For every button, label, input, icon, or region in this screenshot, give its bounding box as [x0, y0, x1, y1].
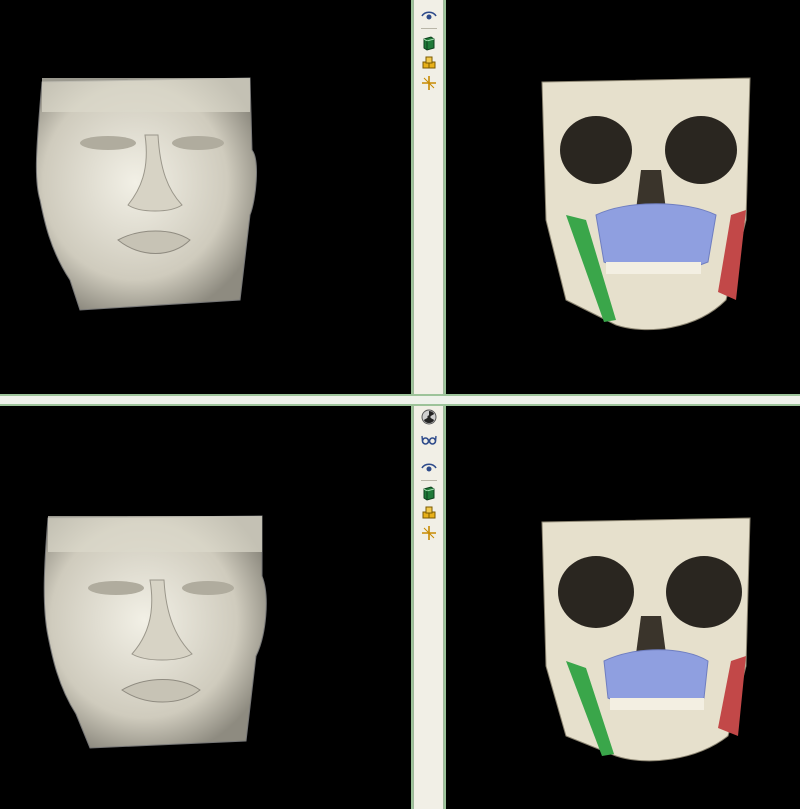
cube-icon[interactable] [420, 34, 438, 52]
skull-render [541, 77, 751, 331]
toolbar-separator [421, 28, 437, 29]
viewport-skull-top[interactable] [446, 0, 800, 394]
horizontal-splitter[interactable] [0, 394, 800, 406]
viewport-face-bottom[interactable] [0, 406, 413, 809]
cube-icon[interactable] [420, 484, 438, 502]
viewport-skull-bottom[interactable] [446, 406, 800, 809]
glasses-icon[interactable] [420, 430, 438, 448]
radiation-icon[interactable] [420, 408, 438, 426]
toolbar-separator [421, 480, 437, 481]
eye-icon[interactable] [420, 6, 438, 24]
cubes-icon[interactable] [420, 504, 438, 522]
toolbar-top [413, 0, 444, 394]
pane-divider [444, 406, 446, 809]
face-render [35, 77, 257, 311]
cubes-icon[interactable] [420, 54, 438, 72]
toolbar-bottom [413, 406, 444, 809]
pane-divider [444, 0, 446, 394]
skull-render [541, 517, 751, 762]
eye-icon[interactable] [420, 458, 438, 476]
viewport-face-top[interactable] [0, 0, 413, 394]
face-render [43, 515, 267, 749]
crosshair-icon[interactable] [420, 524, 438, 542]
crosshair-icon[interactable] [420, 74, 438, 92]
